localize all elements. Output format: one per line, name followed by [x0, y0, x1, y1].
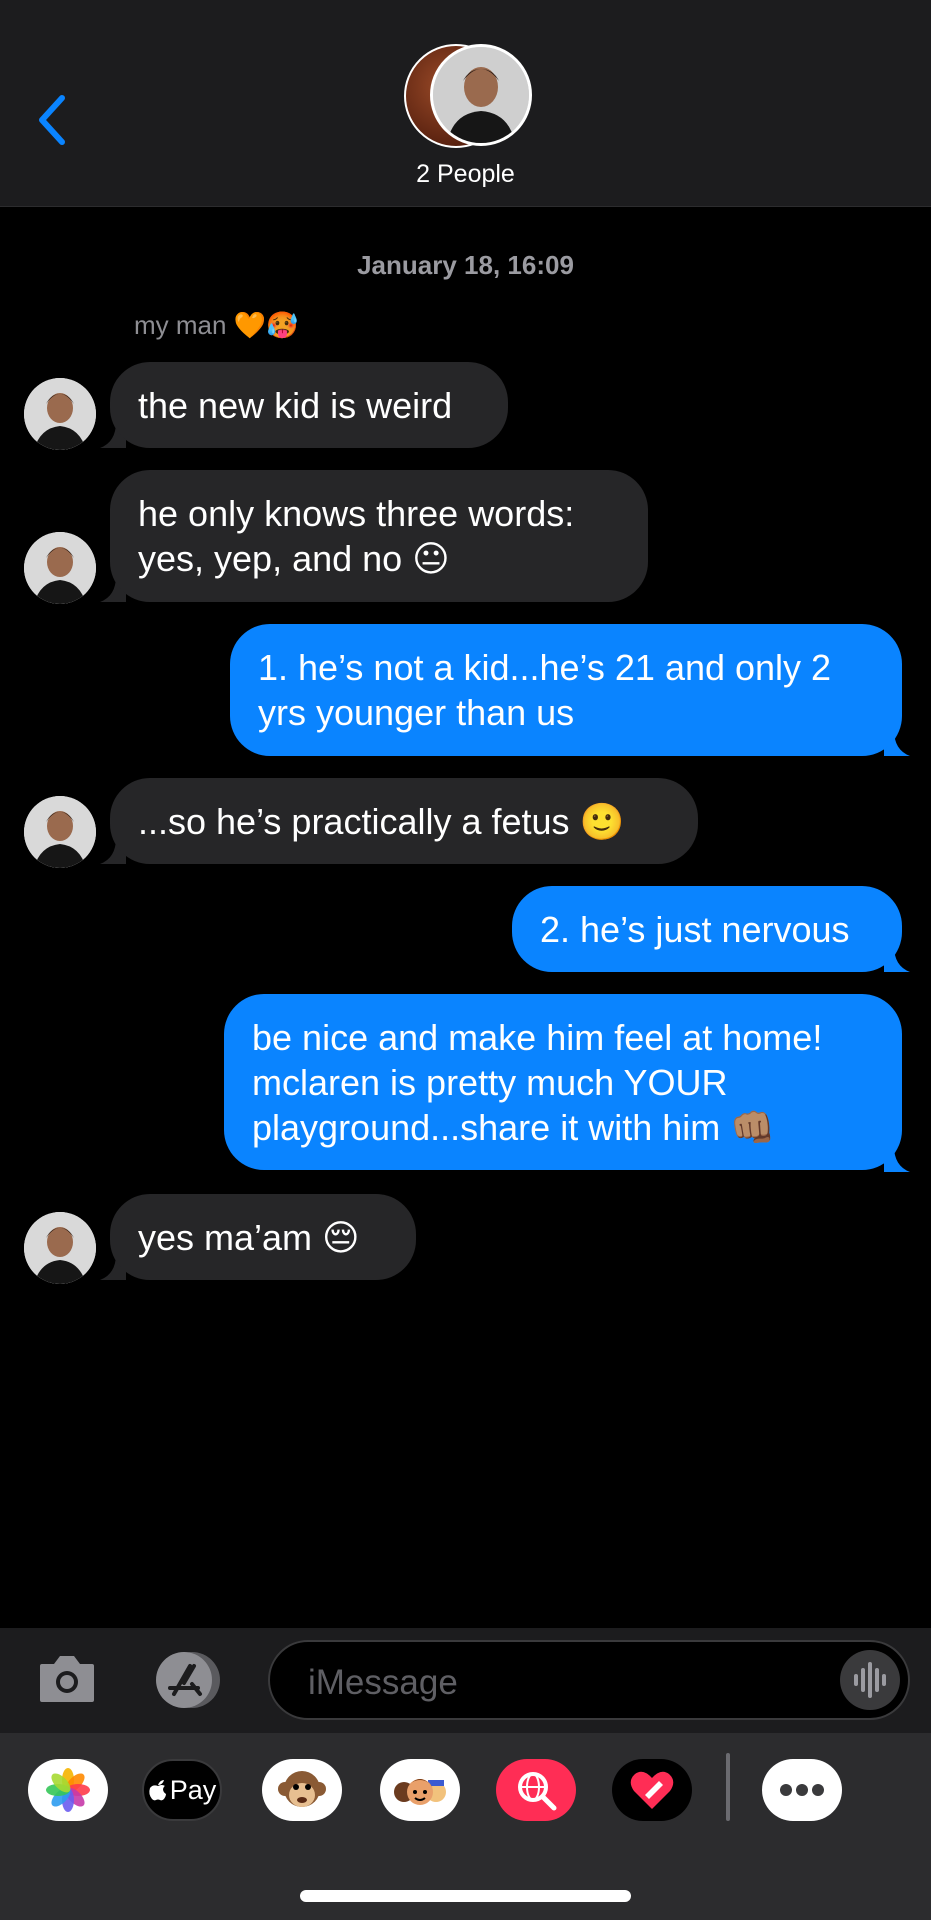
- group-name-label[interactable]: 2 People: [0, 160, 931, 189]
- digital-touch-app-button[interactable]: [612, 1759, 692, 1821]
- conversation-header: 2 People: [0, 0, 931, 207]
- message-input-field[interactable]: [268, 1640, 910, 1720]
- photos-app-icon: [46, 1768, 90, 1812]
- memoji-app-icon: [394, 1779, 446, 1805]
- chevron-left-icon: [39, 95, 65, 145]
- tray-divider: [726, 1753, 730, 1821]
- message-composer: [0, 1628, 931, 1733]
- contact-avatar[interactable]: [24, 796, 96, 868]
- memoji-app-button[interactable]: [380, 1759, 460, 1821]
- sender-name: my man 🧡🥵: [134, 310, 299, 340]
- message-bubble-incoming[interactable]: yes ma’am 😔: [110, 1194, 416, 1280]
- image-search-icon: [518, 1772, 557, 1811]
- message-bubble-incoming[interactable]: the new kid is weird: [110, 362, 508, 448]
- group-avatar[interactable]: [404, 44, 532, 148]
- app-store-button[interactable]: [150, 1650, 226, 1710]
- contact-avatar[interactable]: [24, 532, 96, 604]
- conversation-timestamp: January 18, 16:09: [357, 250, 574, 280]
- camera-button[interactable]: [36, 1650, 98, 1706]
- animoji-app-button[interactable]: [262, 1759, 342, 1821]
- apple-pay-app-button[interactable]: Pay: [142, 1759, 222, 1821]
- message-bubble-outgoing[interactable]: 2. he’s just nervous: [512, 886, 902, 972]
- waveform-icon: [854, 1662, 886, 1698]
- digital-touch-icon: [630, 1771, 674, 1809]
- message-input[interactable]: [306, 1660, 790, 1706]
- message-bubble-outgoing[interactable]: be nice and make him feel at home! mclar…: [224, 994, 902, 1170]
- animoji-app-icon: [278, 1771, 326, 1807]
- back-button[interactable]: [34, 92, 74, 148]
- message-bubble-incoming[interactable]: ...so he’s practically a fetus 🙂: [110, 778, 698, 864]
- app-store-icon: [156, 1652, 220, 1708]
- message-bubble-incoming[interactable]: he only knows three words: yes, yep, and…: [110, 470, 648, 602]
- home-indicator[interactable]: [300, 1890, 631, 1902]
- camera-icon: [40, 1656, 94, 1702]
- contact-avatar[interactable]: [24, 1212, 96, 1284]
- apple-pay-label: Pay: [169, 1774, 217, 1805]
- photos-app-button[interactable]: [28, 1759, 108, 1821]
- apple-logo-icon: [149, 1780, 166, 1801]
- avatar-primary: [430, 44, 532, 146]
- more-apps-icon: [780, 1784, 824, 1796]
- more-apps-button[interactable]: [762, 1759, 842, 1821]
- contact-avatar[interactable]: [24, 378, 96, 450]
- image-search-app-button[interactable]: [496, 1759, 576, 1821]
- message-bubble-outgoing[interactable]: 1. he’s not a kid...he’s 21 and only 2 y…: [230, 624, 902, 756]
- audio-message-button[interactable]: [840, 1650, 900, 1710]
